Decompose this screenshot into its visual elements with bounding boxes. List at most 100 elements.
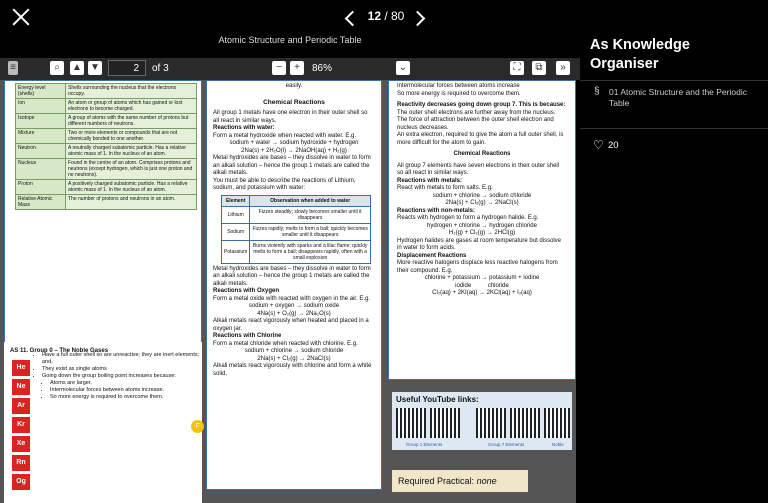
qr-label: Noble (552, 442, 564, 447)
table-row: Nucleus Found in the centre of an atom. C… (15, 158, 197, 180)
noble-gases-bullets: Have a full outer shell so are unreactiv… (34, 352, 202, 401)
definition-cell: Two or more elements or compounds that a… (65, 128, 197, 144)
side-panel (580, 0, 768, 503)
element-cell: Sodium (220, 222, 251, 241)
right-c1: All group 7 elements have seven electron… (397, 162, 560, 177)
zoom-dropdown-icon[interactable]: ⌄ (396, 61, 410, 75)
qr-code-icon[interactable] (396, 408, 426, 438)
observation-cell: Fizzes rapidly; melts to form a ball; qu… (249, 222, 371, 241)
definition-cell: A neutrally charged subatomic particle. … (65, 143, 197, 159)
table-row: Isotope A group of atoms with the same nu… (15, 113, 197, 129)
panel-title: As Knowledge Organiser (590, 37, 690, 72)
section-icon: § (594, 86, 600, 97)
divider (580, 128, 768, 129)
term-cell: Proton (15, 179, 66, 195)
oxygen-eq2: 4Na(s) + O₂(g) → 2Na₂O(s) (257, 310, 331, 317)
mid-heading: Chemical Reactions (263, 98, 325, 106)
chlorine-heading: Reactions with Chlorine (213, 333, 282, 339)
table-header: Observation when added to water (249, 194, 371, 207)
table-row: Relative Atomic Mass The number of proton… (15, 194, 197, 210)
displacement-eq1b: iodide chloride (455, 282, 509, 289)
alkali-water-table: Element Observation when added to water L… (220, 194, 371, 264)
oxygen-heading: Reactions with Oxygen (213, 288, 280, 294)
element-tile: Og (12, 474, 30, 490)
term-cell: Mixture (15, 128, 66, 144)
required-practical-box: Required Practical: none (392, 470, 528, 492)
water-eq2: 2Na(s) + 2H₂O(l) → 2NaOH(aq) + H₂(g) (241, 147, 347, 154)
chlorine-1: Form a metal chloride when reacted with … (213, 340, 358, 347)
term-cell: Neutron (15, 143, 66, 159)
term-cell: Energy level (shells) (15, 83, 66, 99)
key-terms-table: Energy level (shells) Shells surrounding … (15, 83, 197, 210)
chlorine-eq1: sodium + chlorine → sodium chloride (244, 348, 344, 354)
pdf-viewer[interactable]: Energy level (shells) Shells surrounding … (0, 80, 576, 503)
divider (580, 80, 768, 81)
metals-1: React with metals to form salts. E.g. (397, 185, 493, 191)
table-header: Element (220, 194, 251, 207)
displacement-eq2: Cl₂(aq) + 2KI(aq) → 2KCl(aq) + I₂(aq) (432, 290, 532, 296)
qr-code-icon[interactable] (476, 408, 506, 438)
element-tile: Ar (12, 398, 30, 414)
nonmetals-eq2: H₂(g) + Cl₂(g) → 2HCl(g) (448, 230, 516, 236)
right-b1: Intermolecular forces between atoms incr… (397, 83, 520, 89)
chlorine-2: Alkali metals react vigorously with chlo… (213, 363, 372, 377)
table-row: Neutron A neutrally charged subatomic par… (15, 143, 197, 159)
displacement-eq1: chlorine + potassium → potassium + iodin… (424, 275, 540, 281)
qr-code-icon[interactable] (510, 408, 540, 438)
tools-icon[interactable]: » (556, 61, 570, 75)
definition-cell: A positively charged subatomic particle.… (65, 179, 197, 195)
list-item: So more energy is required to overcome t… (50, 394, 202, 401)
nonmetals-heading: Reactions with non-metals: (397, 207, 476, 214)
qr-code-icon[interactable] (430, 408, 460, 438)
reactivity-heading: Reactivity decreases going down group 7.… (397, 102, 566, 108)
nonmetals-1: Reacts with hydrogen to form a hydrogen … (397, 215, 539, 221)
water-2: Metal hydroxides are bases – they dissol… (213, 155, 371, 176)
element-cell: Lithium (220, 205, 251, 224)
table-row: Sodium Fizzes rapidly; melts to form a ba… (220, 222, 371, 241)
pdf-page-middle: easily. Chemical Reactions All group 1 m… (206, 80, 382, 490)
right-r3: An extra electron, required to give the … (397, 132, 564, 146)
definition-cell: The number of protons and neutrons in an… (65, 194, 197, 210)
water-1: Form a metal hydroxide when reacted with… (213, 132, 357, 139)
qr-label: Group 1 Elements (406, 442, 443, 447)
qr-code-icon[interactable] (544, 408, 570, 438)
displacement-1: More reactive halogens displace less rea… (397, 260, 558, 274)
term-cell: Isotope (15, 113, 66, 129)
water-eq1: sodium + water → sodium hydroxide + hydr… (229, 140, 359, 146)
close-icon[interactable] (10, 6, 32, 28)
nonmetals-2: Hydrogen halides are gases at room tempe… (397, 237, 562, 252)
top-bar (0, 0, 580, 58)
chlorine-eq2: 2Na(s) + Cl₂(g) → 2NaCl(s) (257, 355, 331, 362)
sidebar-toggle-icon[interactable]: ≡ (8, 61, 18, 75)
metals-heading: Reactions with metals: (397, 177, 463, 184)
page-down-icon[interactable]: ▼ (88, 61, 102, 75)
open-icon[interactable]: ⧉ (532, 61, 546, 75)
table-row: Potassium Burns violently with sparks and… (220, 239, 371, 264)
heart-icon[interactable]: ♡ (593, 138, 604, 152)
zoom-out-icon[interactable]: − (272, 61, 286, 75)
required-practical-value: none (476, 476, 497, 486)
zoom-in-icon[interactable]: + (290, 61, 304, 75)
definition-cell: Found in the centre of an atom. Comprise… (65, 158, 197, 180)
table-row: Lithium Fizzes steadily; slowly becomes s… (220, 205, 371, 224)
mid-p1: All group 1 metals have one electron in … (213, 110, 368, 124)
observation-cell: Fizzes steadily; slowly becomes smaller … (249, 205, 371, 224)
definition-cell: An atom or group of atoms which has gain… (65, 98, 197, 114)
page-up-icon[interactable]: ▲ (70, 61, 84, 75)
element-cell: Potassium (220, 239, 251, 264)
youtube-links-box: Useful YouTube links: Group 1 Elements G… (392, 392, 572, 450)
search-icon[interactable]: ⌕ (50, 61, 64, 75)
annotation-badge[interactable]: F (191, 420, 204, 433)
required-practical-label: Required Practical: (398, 476, 475, 486)
fullscreen-icon[interactable]: ⛶ (510, 61, 524, 75)
right-heading: Chemical Reactions (453, 151, 511, 157)
list-item: Atoms are larger. (50, 380, 202, 387)
table-row: Ion An atom or group of atoms which has g… (15, 98, 197, 114)
mid-top-text: easily. (285, 83, 303, 89)
table-row: Proton A positively charged subatomic par… (15, 179, 197, 195)
section-link[interactable]: 01 Atomic Structure and the Periodic Tab… (609, 87, 759, 109)
element-tile: He (12, 360, 30, 376)
term-cell: Nucleus (15, 158, 66, 180)
element-tile: Rn (12, 455, 30, 471)
page-number-input[interactable]: 2 (108, 60, 146, 76)
